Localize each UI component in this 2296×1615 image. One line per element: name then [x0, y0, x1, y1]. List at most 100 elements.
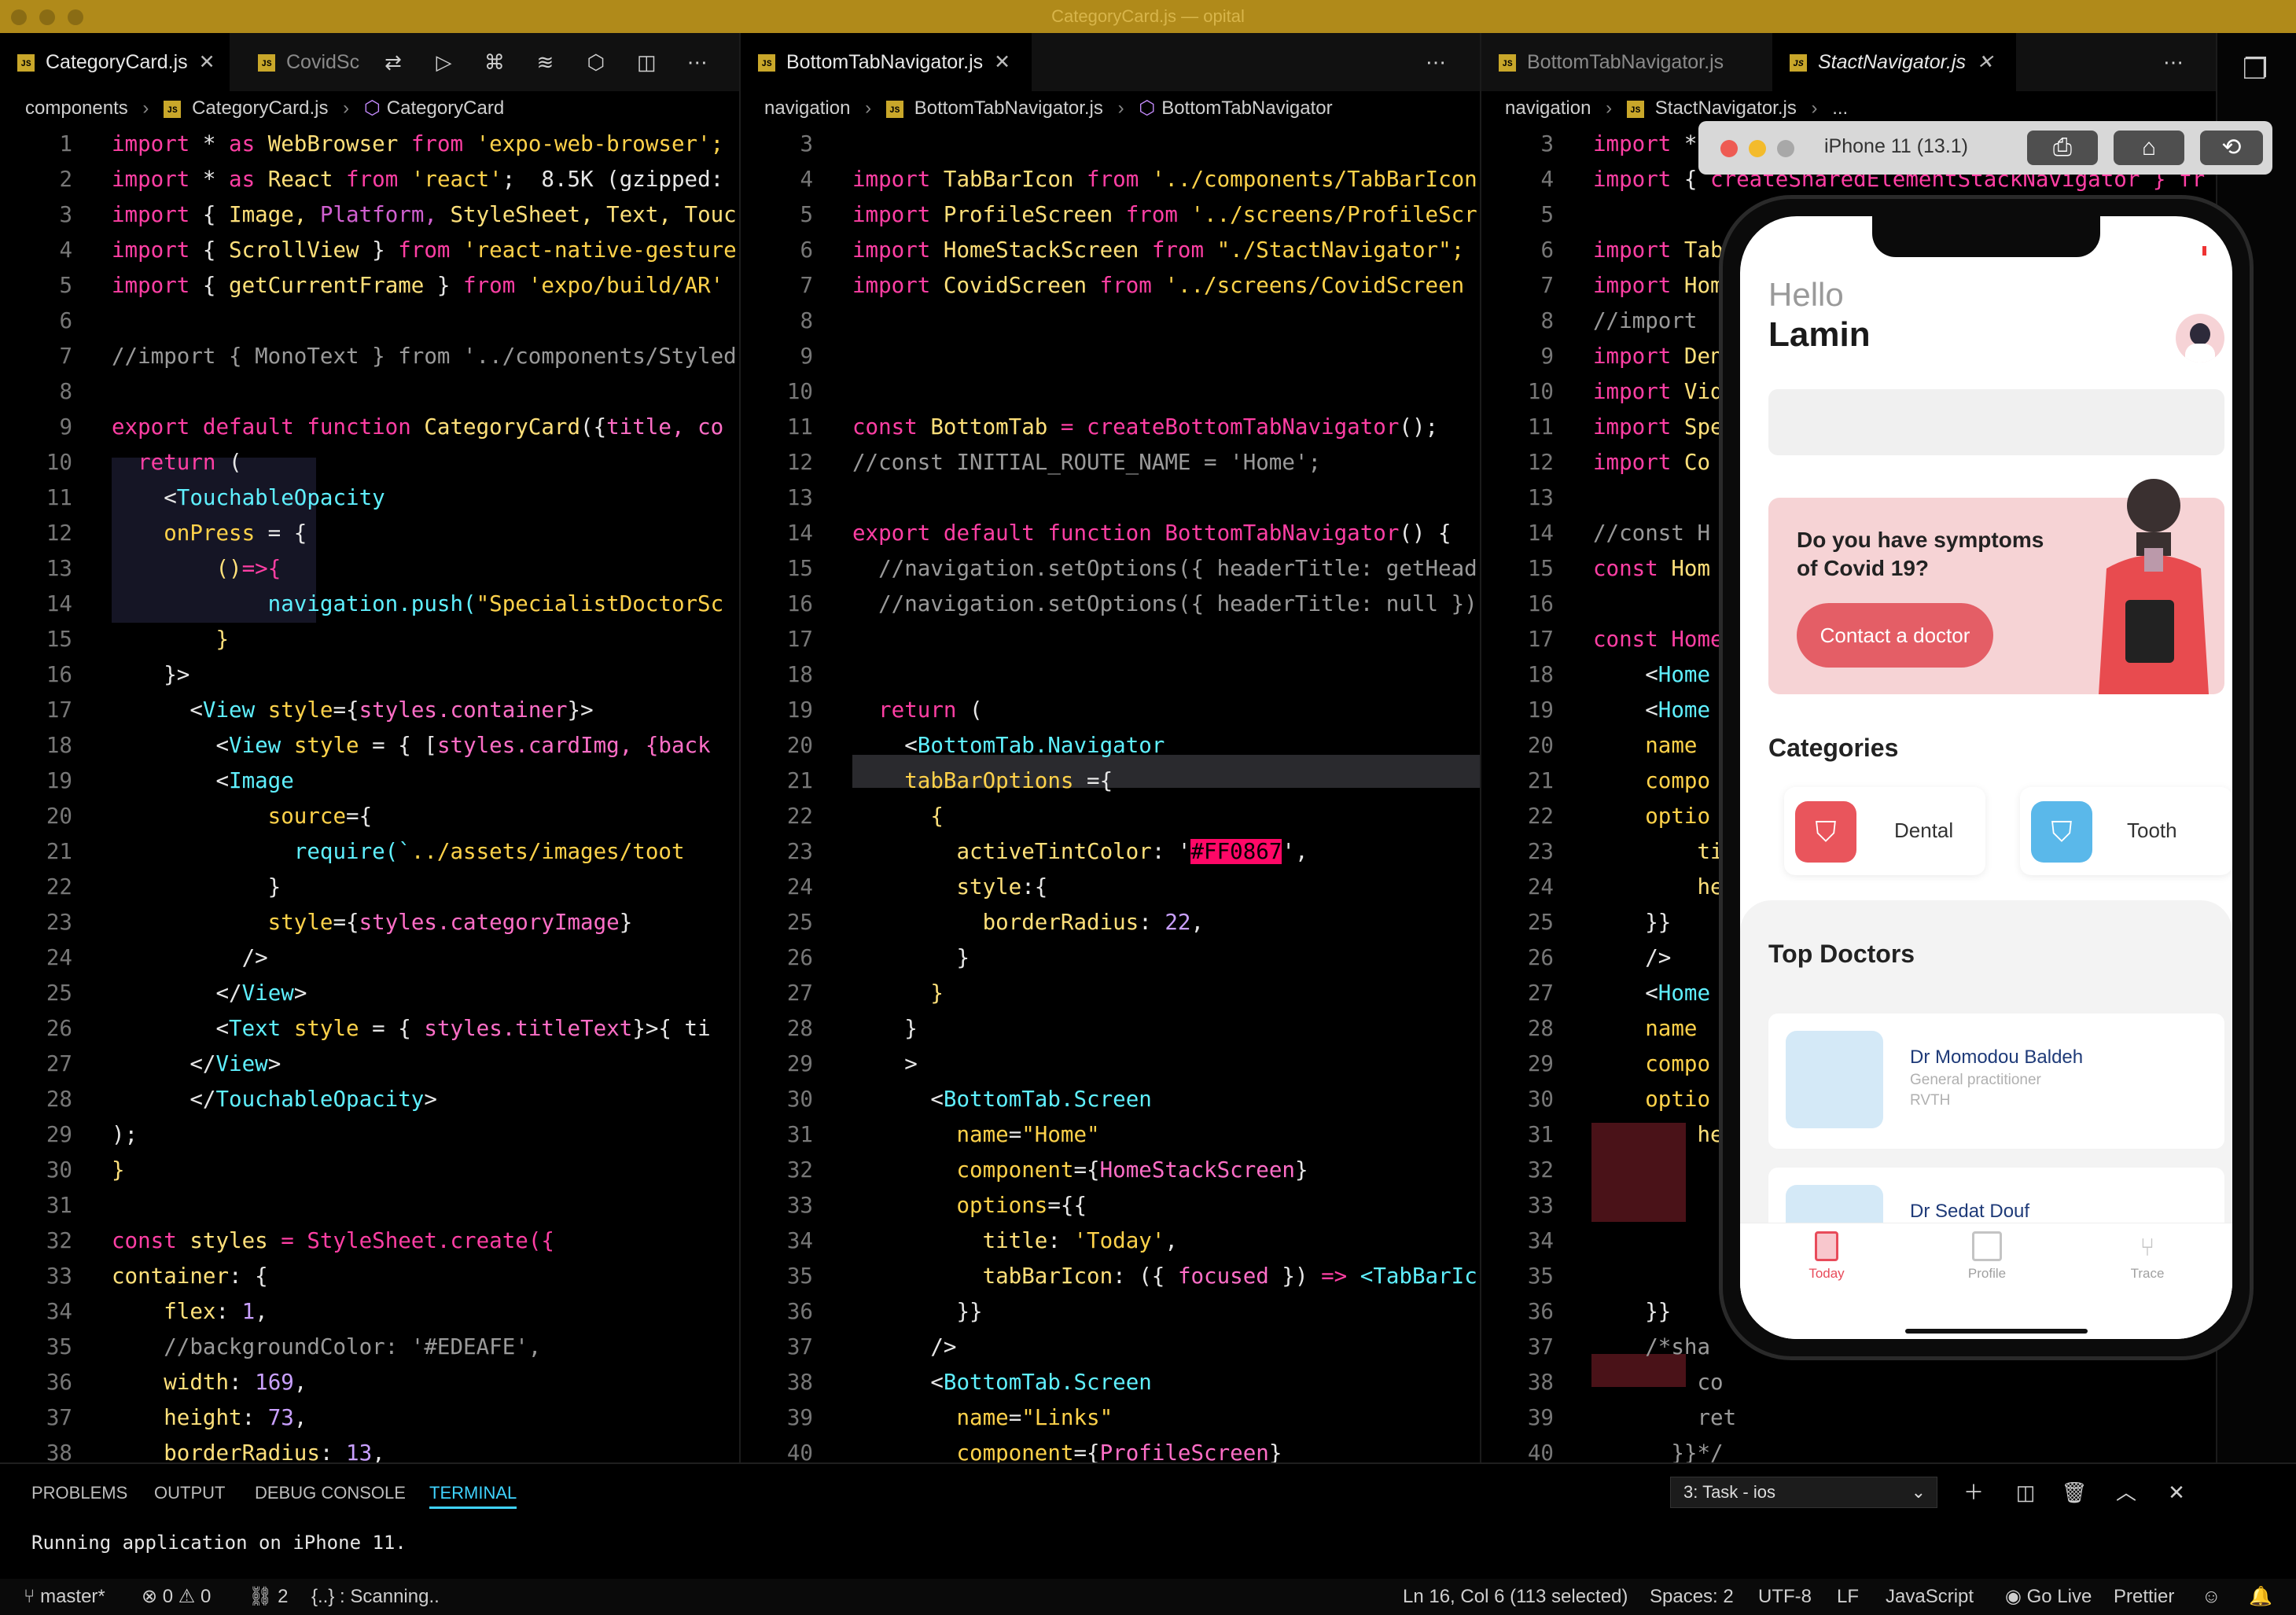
code-line[interactable]: 13 ()=>{	[0, 552, 739, 585]
breadcrumb-file[interactable]: StactNavigator.js	[1655, 97, 1797, 119]
eol-status[interactable]: LF	[1837, 1579, 1859, 1615]
trash-icon[interactable]: 🗑	[2059, 1477, 2090, 1508]
close-tab-icon[interactable]: ✕	[1977, 51, 1993, 73]
code-line[interactable]: 18 <View style = { [styles.cardImg, {bac…	[0, 729, 739, 762]
code-line[interactable]: 9 export default function CategoryCard({t…	[0, 410, 739, 443]
tab-terminal[interactable]: TERMINAL	[429, 1480, 517, 1509]
code-line[interactable]: 10	[741, 375, 1480, 408]
code-line[interactable]: 15 //navigation.setOptions({ headerTitle…	[741, 552, 1480, 585]
minimize-simulator-icon[interactable]	[1749, 140, 1766, 157]
cube-icon[interactable]: ⬡	[580, 46, 612, 78]
code-line[interactable]: 34 flex: 1,	[0, 1295, 739, 1328]
run-icon[interactable]: ▷	[428, 46, 459, 78]
indentation-status[interactable]: Spaces: 2	[1650, 1579, 1734, 1615]
code-line[interactable]: 12 //const INITIAL_ROUTE_NAME = 'Home';	[741, 446, 1480, 479]
code-line[interactable]: 32 const styles = StyleSheet.create({	[0, 1224, 739, 1257]
close-tab-icon[interactable]: ✕	[994, 51, 1010, 73]
tab-categorycard[interactable]: JS CategoryCard.js ✕	[0, 33, 230, 91]
ports-status[interactable]: ⛓ 2	[248, 1579, 289, 1615]
code-line[interactable]: 14 navigation.push("SpecialistDoctorSc	[0, 587, 739, 620]
language-mode[interactable]: JavaScript	[1886, 1579, 1974, 1615]
breadcrumb-symbol[interactable]: BottomTabNavigator	[1161, 97, 1332, 119]
code-line[interactable]: 24 style:{	[741, 870, 1480, 903]
code-line[interactable]: 31	[0, 1189, 739, 1222]
tab-bottomtabnavigator[interactable]: JS BottomTabNavigator.js	[1481, 33, 1772, 91]
code-line[interactable]: 14 export default function BottomTabNavig…	[741, 517, 1480, 550]
close-window-icon[interactable]	[11, 9, 27, 25]
tab-today[interactable]: Today	[1787, 1231, 1866, 1282]
copy-icon[interactable]: ❐	[2239, 53, 2271, 85]
code-line[interactable]: 17 <View style={styles.container}>	[0, 693, 739, 727]
breadcrumb-symbol[interactable]: CategoryCard	[387, 97, 504, 119]
code-line[interactable]: 34 title: 'Today',	[741, 1224, 1480, 1257]
avatar[interactable]	[2176, 314, 2224, 362]
tab-bottomtabnavigator[interactable]: JS BottomTabNavigator.js ✕	[741, 33, 1032, 91]
code-area[interactable]: 1 import * as WebBrowser from 'expo-web-b…	[0, 127, 739, 1462]
layers-icon[interactable]: ≋	[529, 46, 561, 78]
more-actions-icon[interactable]: ⋯	[1420, 46, 1452, 78]
code-line[interactable]: 21 tabBarOptions ={	[741, 764, 1480, 797]
code-line[interactable]: 33 options={{	[741, 1189, 1480, 1222]
problems-status[interactable]: ⊗ 0 ⚠ 0	[142, 1579, 211, 1615]
code-line[interactable]: 27 </View>	[0, 1047, 739, 1080]
compare-changes-icon[interactable]: ⇄	[377, 46, 409, 78]
screenshot-button[interactable]: ⎙	[2027, 131, 2098, 165]
tab-trace[interactable]: ⑂ Trace	[2108, 1231, 2187, 1282]
breadcrumb-file[interactable]: CategoryCard.js	[192, 97, 328, 119]
tab-stactnavigator[interactable]: JS StactNavigator.js ✕	[1772, 33, 2016, 91]
code-line[interactable]: 25 </View>	[0, 977, 739, 1010]
code-line[interactable]: 4 import TabBarIcon from '../components/T…	[741, 163, 1480, 196]
go-live-button[interactable]: ◉ Go Live	[2005, 1579, 2092, 1615]
code-line[interactable]: 6	[0, 304, 739, 337]
code-line[interactable]: 15 }	[0, 623, 739, 656]
code-line[interactable]: 4 import { ScrollView } from 'react-nativ…	[0, 234, 739, 267]
zoom-simulator-icon[interactable]	[1777, 140, 1794, 157]
code-line[interactable]: 11 const BottomTab = createBottomTabNavig…	[741, 410, 1480, 443]
code-line[interactable]: 30}	[0, 1153, 739, 1186]
code-line[interactable]: 17	[741, 623, 1480, 656]
code-line[interactable]: 18	[741, 658, 1480, 691]
code-line[interactable]: 23 activeTintColor: '#FF0867',	[741, 835, 1480, 868]
code-line[interactable]: 25 borderRadius: 22,	[741, 906, 1480, 939]
code-line[interactable]: 29 >	[741, 1047, 1480, 1080]
code-line[interactable]: 40 component={ProfileScreen}	[741, 1437, 1480, 1462]
code-line[interactable]: 8	[0, 375, 739, 408]
code-line[interactable]: 38 <BottomTab.Screen	[741, 1366, 1480, 1399]
code-area[interactable]: 3 4 import TabBarIcon from '../components/…	[741, 127, 1480, 1462]
code-line[interactable]: 3 import { Image, Platform, StyleSheet, T…	[0, 198, 739, 231]
home-button[interactable]: ⌂	[2114, 131, 2184, 165]
code-line[interactable]: 22 }	[0, 870, 739, 903]
breadcrumb-folder[interactable]: navigation	[1505, 97, 1591, 119]
code-line[interactable]: 11 <TouchableOpacity	[0, 481, 739, 514]
close-panel-icon[interactable]: ✕	[2161, 1477, 2192, 1508]
code-line[interactable]: 40 }}*/	[1481, 1437, 2216, 1462]
doctor-card[interactable]: Dr Momodou Baldeh General practitioner R…	[1768, 1014, 2224, 1149]
code-line[interactable]: 33 container: {	[0, 1260, 739, 1293]
code-line[interactable]: 29);	[0, 1118, 739, 1151]
code-line[interactable]: 27 }	[741, 977, 1480, 1010]
more-actions-icon[interactable]: ⋯	[2158, 46, 2189, 78]
code-line[interactable]: 39 name="Links"	[741, 1401, 1480, 1434]
encoding-status[interactable]: UTF-8	[1758, 1579, 1812, 1615]
category-card-dental[interactable]: ⛉ Dental	[1784, 787, 1985, 875]
code-line[interactable]: 5 import ProfileScreen from '../screens/P…	[741, 198, 1480, 231]
prettier-status[interactable]: Prettier	[2114, 1579, 2174, 1615]
code-line[interactable]: 30 <BottomTab.Screen	[741, 1083, 1480, 1116]
tab-debug-console[interactable]: DEBUG CONSOLE	[255, 1480, 406, 1506]
code-line[interactable]: 20 source={	[0, 800, 739, 833]
code-line[interactable]: 12 onPress = {	[0, 517, 739, 550]
code-line[interactable]: 10 return (	[0, 446, 739, 479]
more-actions-icon[interactable]: ⋯	[682, 46, 713, 78]
minimize-window-icon[interactable]	[39, 9, 55, 25]
code-line[interactable]: 37 />	[741, 1330, 1480, 1363]
zoom-window-icon[interactable]	[68, 9, 83, 25]
split-editor-icon[interactable]: ◫	[631, 46, 662, 78]
cursor-position[interactable]: Ln 16, Col 6 (113 selected)	[1403, 1579, 1628, 1615]
code-line[interactable]: 1 import * as WebBrowser from 'expo-web-b…	[0, 127, 739, 160]
code-line[interactable]: 36 }}	[741, 1295, 1480, 1328]
code-line[interactable]: 7 import CovidScreen from '../screens/Cov…	[741, 269, 1480, 302]
code-line[interactable]: 39 ret	[1481, 1401, 2216, 1434]
breadcrumb-file[interactable]: BottomTabNavigator.js	[914, 97, 1103, 119]
code-line[interactable]: 31 name="Home"	[741, 1118, 1480, 1151]
code-line[interactable]: 36 width: 169,	[0, 1366, 739, 1399]
